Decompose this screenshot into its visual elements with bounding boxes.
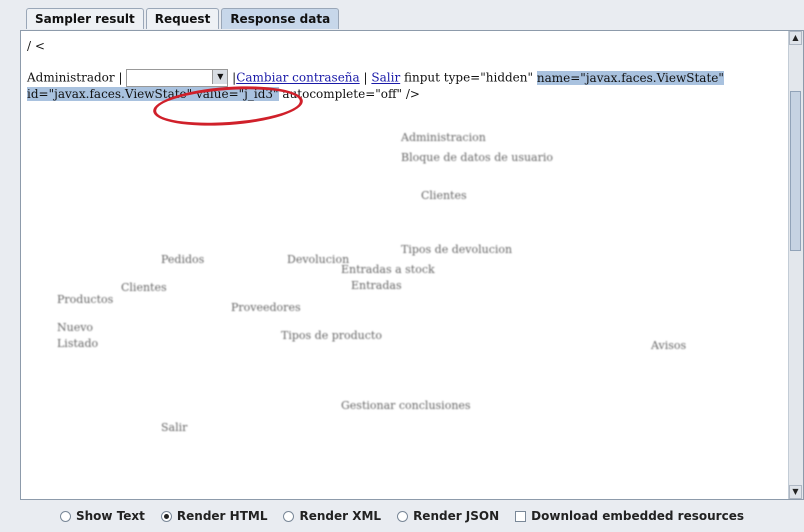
checkbox-download-embedded[interactable]	[515, 510, 527, 522]
blur-text: Bloque de datos de usuario	[401, 151, 554, 164]
blur-text: Productos	[57, 293, 114, 306]
scroll-down-button[interactable]: ▼	[789, 485, 802, 499]
highlight-name: name="javax.faces.ViewState"	[536, 70, 724, 85]
blur-text: Tipos de devolucion	[401, 243, 513, 256]
render-json-label: Render JSON	[413, 509, 500, 523]
download-embedded-option[interactable]: Download embedded resources	[515, 509, 744, 523]
tab-sampler-result[interactable]: Sampler result	[26, 8, 144, 29]
tab-response-data[interactable]: Response data	[221, 8, 340, 29]
render-xml-label: Render XML	[299, 509, 382, 523]
blur-text: Salir	[161, 421, 188, 434]
render-html-option[interactable]: Render HTML	[160, 509, 268, 523]
separator-2: |	[363, 70, 368, 85]
blur-text: Pedidos	[161, 253, 205, 266]
blur-text: Administracion	[401, 131, 486, 144]
render-xml-option[interactable]: Render XML	[283, 509, 381, 523]
first-line: / <	[27, 39, 45, 53]
radio-render-xml[interactable]	[283, 510, 295, 522]
blur-text: Nuevo	[57, 321, 94, 334]
blur-text: Listado	[57, 337, 99, 350]
logout-link[interactable]: Salir	[371, 71, 400, 85]
blur-text: Proveedores	[231, 301, 301, 314]
user-select[interactable]: ▼	[126, 69, 229, 87]
user-label: Administrador |	[27, 70, 123, 85]
scroll-thumb[interactable]	[790, 91, 801, 251]
raw-text-1: finput type="hidden"	[404, 70, 534, 85]
blur-text: Clientes	[121, 281, 167, 294]
response-panel: / < Administrador | ▼ | Cambiar contraseñ…	[20, 30, 804, 500]
radio-render-json[interactable]	[397, 510, 409, 522]
raw-text-2: autocomplete="off" />	[278, 87, 420, 101]
chevron-down-icon: ▼	[212, 70, 228, 84]
radio-render-html[interactable]	[160, 510, 172, 522]
highlight-id-value: id="javax.faces.ViewState" value="j_id3"	[27, 87, 279, 101]
blur-text: Tipos de producto	[281, 329, 382, 342]
blur-text: Entradas a stock	[341, 263, 435, 276]
header-line: Administrador | ▼ |Cambiar contraseña | …	[27, 69, 724, 87]
blur-text: Clientes	[421, 189, 467, 202]
download-embedded-label: Download embedded resources	[531, 509, 744, 523]
render-options: Show Text Render HTML Render XML Render …	[0, 500, 804, 532]
tab-request[interactable]: Request	[145, 8, 220, 29]
change-password-link[interactable]: Cambiar contraseña	[236, 71, 359, 85]
show-text-option[interactable]: Show Text	[60, 509, 145, 523]
render-json-option[interactable]: Render JSON	[397, 509, 499, 523]
tab-strip: Sampler result Request Response data	[26, 8, 341, 30]
blur-text: Avisos	[651, 339, 687, 352]
blur-text: Entradas	[351, 279, 402, 292]
blur-text: Gestionar conclusiones	[341, 399, 471, 412]
scroll-up-button[interactable]: ▲	[789, 31, 802, 45]
blur-text: Devolucion	[287, 253, 350, 266]
second-line: id="javax.faces.ViewState" value="j_id3"…	[27, 87, 420, 101]
rendered-html-view: / < Administrador | ▼ | Cambiar contraseñ…	[21, 31, 789, 499]
vertical-scrollbar[interactable]: ▲ ▼	[788, 31, 803, 499]
render-html-label: Render HTML	[176, 509, 268, 523]
show-text-label: Show Text	[76, 509, 145, 523]
radio-show-text[interactable]	[60, 510, 71, 522]
